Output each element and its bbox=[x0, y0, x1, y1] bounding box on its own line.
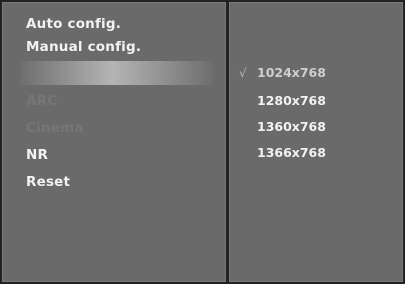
resolution-option-1366x768[interactable]: 1366x768 bbox=[257, 145, 326, 160]
menu-item-auto-config[interactable]: Auto config. bbox=[26, 16, 121, 32]
resolution-option-1024x768[interactable]: 1024x768 bbox=[257, 65, 326, 80]
menu-item-manual-config[interactable]: Manual config. bbox=[26, 39, 141, 55]
checkmark-icon: √ bbox=[239, 66, 247, 80]
tv-menu-screen: Auto config. Manual config. ARC Cinema N… bbox=[0, 0, 405, 284]
menu-item-arc: ARC bbox=[26, 93, 58, 109]
resolution-option-1280x768[interactable]: 1280x768 bbox=[257, 93, 326, 108]
resolution-submenu-panel bbox=[229, 2, 403, 282]
menu-item-reset[interactable]: Reset bbox=[26, 174, 70, 190]
resolution-option-1360x768[interactable]: 1360x768 bbox=[257, 119, 326, 134]
menu-item-nr[interactable]: NR bbox=[26, 147, 48, 163]
menu-item-highlighted[interactable] bbox=[20, 61, 213, 85]
menu-item-cinema: Cinema bbox=[26, 120, 84, 136]
